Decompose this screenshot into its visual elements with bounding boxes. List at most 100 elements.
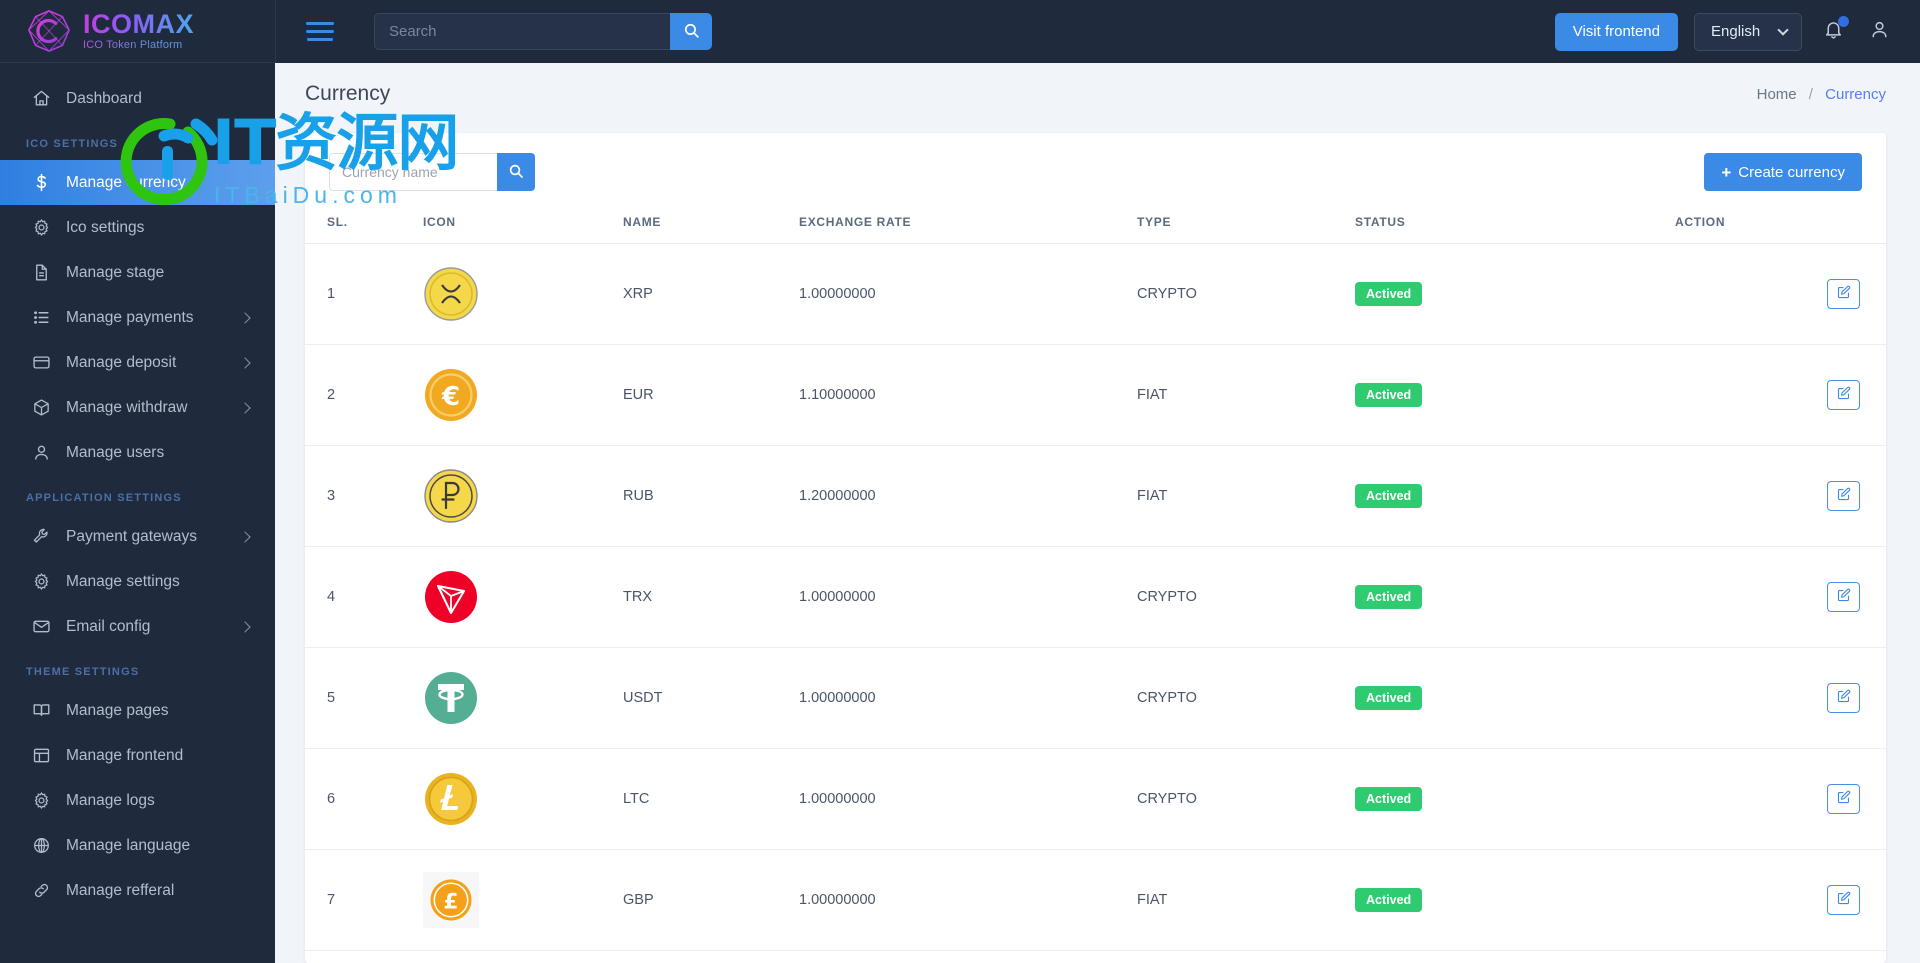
sidebar-item-manage-currency[interactable]: Manage currency (0, 160, 275, 205)
status-badge: Actived (1355, 888, 1423, 912)
sidebar-item-manage-frontend[interactable]: Manage frontend (0, 733, 275, 778)
profile-button[interactable] (1864, 17, 1894, 47)
cell-exchange-rate: 1.00000000 (799, 546, 1137, 648)
sidebar-item-manage-withdraw[interactable]: Manage withdraw (0, 385, 275, 430)
breadcrumb-home[interactable]: Home (1757, 86, 1797, 103)
cell-status: Actived (1355, 546, 1675, 648)
cell-icon: € (423, 344, 623, 446)
breadcrumb-separator: / (1808, 85, 1813, 103)
globe-icon (30, 835, 52, 857)
rub-coin-icon (423, 468, 623, 524)
column-header-icon: ICON (423, 205, 623, 244)
sidebar-item-manage-logs[interactable]: Manage logs (0, 778, 275, 823)
gear-icon (30, 571, 52, 593)
edit-button[interactable] (1827, 279, 1860, 309)
box-icon (30, 397, 52, 419)
dollar-icon (30, 172, 52, 194)
sidebar-item-payment-gateways[interactable]: Payment gateways (0, 514, 275, 559)
edit-button[interactable] (1827, 885, 1860, 915)
edit-button[interactable] (1827, 481, 1860, 511)
topbar: Visit frontend English (275, 0, 1920, 63)
topbar-search (374, 13, 712, 50)
cell-status: Actived (1355, 243, 1675, 345)
cell-icon (423, 748, 623, 850)
cell-action (1675, 849, 1886, 951)
sidebar-item-manage-deposit[interactable]: Manage deposit (0, 340, 275, 385)
sidebar-item-manage-payments[interactable]: Manage payments (0, 295, 275, 340)
search-input[interactable] (374, 13, 670, 50)
chevron-right-icon (239, 620, 251, 633)
cell-sl: 6 (305, 748, 423, 850)
sidebar-item-manage-stage[interactable]: Manage stage (0, 250, 275, 295)
cell-exchange-rate: 1.20000000 (799, 445, 1137, 547)
sidebar-item-label: Manage frontend (66, 746, 184, 764)
app-root: ICOMAX ICO Token Platform Dashboard ICO … (0, 0, 1920, 963)
column-header-type: TYPE (1137, 205, 1355, 244)
chevron-right-icon (239, 530, 251, 543)
search-icon (683, 22, 700, 42)
sidebar-item-manage-language[interactable]: Manage language (0, 823, 275, 868)
cell-sl: 5 (305, 647, 423, 749)
notification-button[interactable] (1818, 15, 1849, 47)
sidebar-item-label: Manage pages (66, 701, 169, 719)
edit-icon (1836, 790, 1851, 809)
column-header-action: ACTION (1675, 205, 1886, 244)
status-badge: Actived (1355, 787, 1423, 811)
hamburger-icon[interactable] (298, 10, 342, 54)
create-currency-button[interactable]: + Create currency (1704, 153, 1862, 191)
sidebar-item-email-config[interactable]: Email config (0, 604, 275, 649)
sidebar-item-ico-settings[interactable]: Ico settings (0, 205, 275, 250)
column-header-exchange-rate: EXCHANGE RATE (799, 205, 1137, 244)
hamburger-bar (306, 30, 334, 33)
book-icon (30, 700, 52, 722)
sidebar-item-manage-users[interactable]: Manage users (0, 430, 275, 475)
edit-icon (1836, 891, 1851, 910)
main-area: Visit frontend English (275, 0, 1920, 963)
gear-icon (30, 790, 52, 812)
cell-type: FIAT (1137, 344, 1355, 446)
language-select[interactable]: English (1694, 12, 1802, 51)
search-icon (508, 163, 524, 182)
gbp-coin-icon: £ (423, 872, 479, 928)
table-row: 2 € EUR 1.10000000 FIAT Actived (305, 344, 1886, 446)
edit-button[interactable] (1827, 582, 1860, 612)
sidebar-item-label: Manage language (66, 836, 191, 854)
currency-search-button[interactable] (497, 153, 535, 191)
usdt-coin-icon (423, 670, 623, 726)
edit-button[interactable] (1827, 784, 1860, 814)
breadcrumb-current[interactable]: Currency (1825, 86, 1886, 103)
sidebar-item-manage-pages[interactable]: Manage pages (0, 688, 275, 733)
hamburger-bar (307, 38, 333, 41)
create-currency-label: Create currency (1738, 163, 1845, 181)
sidebar-item-label: Manage payments (66, 308, 194, 326)
edit-button[interactable] (1827, 683, 1860, 713)
cell-status: Actived (1355, 849, 1675, 951)
brand-logo-block[interactable]: ICOMAX ICO Token Platform (0, 0, 275, 63)
sidebar-item-manage-refferal[interactable]: Manage refferal (0, 868, 275, 913)
sidebar-item-manage-settings[interactable]: Manage settings (0, 559, 275, 604)
search-button[interactable] (670, 13, 712, 50)
edit-button[interactable] (1827, 380, 1860, 410)
chevron-right-icon (239, 356, 251, 369)
column-header-sl: SL. (305, 205, 423, 244)
plus-icon: + (1721, 162, 1732, 182)
wrench-icon (30, 526, 52, 548)
cell-name: EUR (623, 344, 799, 446)
language-selector[interactable]: English (1694, 12, 1802, 51)
cell-icon (423, 647, 623, 749)
currency-search-input[interactable] (329, 153, 497, 191)
cell-exchange-rate: 1.00000000 (799, 647, 1137, 749)
visit-frontend-button[interactable]: Visit frontend (1554, 12, 1678, 51)
status-badge: Actived (1355, 383, 1423, 407)
notification-badge (1838, 15, 1849, 27)
xrp-coin-icon (423, 266, 623, 322)
sidebar-item-dashboard[interactable]: Dashboard (0, 76, 275, 121)
cell-exchange-rate: 1.00000000 (799, 849, 1137, 951)
sidebar-item-label: Manage refferal (66, 881, 175, 899)
cell-status: Actived (1355, 344, 1675, 446)
sidebar-item-label: Manage users (66, 443, 165, 461)
sidebar-item-label: Manage currency (66, 173, 186, 191)
sidebar-item-label: Payment gateways (66, 527, 197, 545)
currency-search (329, 153, 535, 191)
cell-type: CRYPTO (1137, 647, 1355, 749)
